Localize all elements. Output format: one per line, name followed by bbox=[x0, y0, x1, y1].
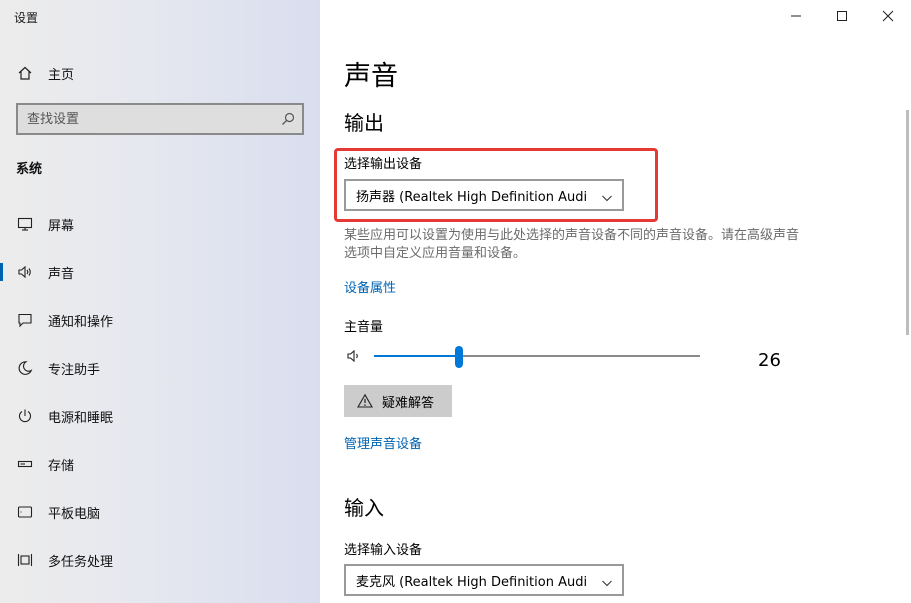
sidebar-item-focus-assist[interactable]: 专注助手 bbox=[0, 350, 320, 386]
sidebar-item-label: 专注助手 bbox=[48, 362, 101, 378]
monitor-icon bbox=[16, 215, 34, 233]
maximize-icon bbox=[837, 11, 847, 21]
minimize-button[interactable] bbox=[773, 0, 819, 32]
output-heading: 输出 bbox=[344, 111, 384, 135]
output-device-value: 扬声器 (Realtek High Definition Audi... bbox=[356, 189, 586, 205]
close-icon bbox=[882, 10, 894, 22]
device-properties-link[interactable]: 设备属性 bbox=[344, 277, 396, 296]
chevron-down-icon bbox=[601, 189, 613, 202]
sidebar-item-power[interactable]: 电源和睡眠 bbox=[0, 398, 320, 434]
volume-slider-thumb[interactable] bbox=[455, 346, 463, 368]
main-content: 声音 输出 选择输出设备 扬声器 (Realtek High Definitio… bbox=[320, 0, 911, 603]
sidebar-item-label: 声音 bbox=[48, 266, 75, 282]
storage-icon bbox=[16, 455, 34, 473]
notification-icon bbox=[16, 311, 34, 329]
sidebar-item-sound[interactable]: 声音 bbox=[0, 254, 320, 290]
volume-slider-fill bbox=[374, 355, 459, 357]
sidebar-item-label: 电源和睡眠 bbox=[48, 410, 114, 426]
sidebar-item-tablet[interactable]: 平板电脑 bbox=[0, 494, 320, 530]
input-device-value: 麦克风 (Realtek High Definition Audi... bbox=[356, 574, 586, 590]
home-icon bbox=[16, 64, 34, 82]
sidebar-item-notifications[interactable]: 通知和操作 bbox=[0, 302, 320, 338]
chevron-down-icon bbox=[601, 574, 613, 587]
troubleshoot-label: 疑难解答 bbox=[382, 395, 435, 411]
input-device-dropdown[interactable]: 麦克风 (Realtek High Definition Audi... bbox=[344, 564, 624, 596]
power-icon bbox=[16, 407, 34, 425]
volume-value: 26 bbox=[758, 350, 781, 371]
manage-sound-devices-link[interactable]: 管理声音设备 bbox=[344, 433, 422, 452]
search-icon[interactable] bbox=[280, 111, 296, 127]
sidebar-item-label: 存储 bbox=[48, 458, 75, 474]
output-device-label: 选择输出设备 bbox=[344, 157, 423, 172]
tablet-icon bbox=[16, 503, 34, 521]
output-device-dropdown[interactable]: 扬声器 (Realtek High Definition Audi... bbox=[344, 179, 624, 211]
sidebar-item-label: 通知和操作 bbox=[48, 314, 114, 330]
minimize-icon bbox=[791, 15, 801, 17]
multitask-icon bbox=[16, 551, 34, 569]
search-box[interactable] bbox=[16, 103, 304, 135]
sidebar-item-home[interactable]: 主页 bbox=[0, 55, 320, 91]
sidebar-section-title: 系统 bbox=[16, 162, 43, 177]
sidebar: 设置 主页 系统 屏幕 声音 通知和操作 专注助手 bbox=[0, 0, 320, 603]
input-heading: 输入 bbox=[344, 496, 384, 520]
close-button[interactable] bbox=[865, 0, 911, 32]
sidebar-item-label: 屏幕 bbox=[48, 218, 75, 234]
sidebar-item-multitasking[interactable]: 多任务处理 bbox=[0, 542, 320, 578]
moon-icon bbox=[16, 359, 34, 377]
app-title: 设置 bbox=[14, 11, 39, 25]
sidebar-item-storage[interactable]: 存储 bbox=[0, 446, 320, 482]
sidebar-item-label: 平板电脑 bbox=[48, 506, 101, 522]
sidebar-item-display[interactable]: 屏幕 bbox=[0, 206, 320, 242]
input-device-label: 选择输入设备 bbox=[344, 543, 423, 558]
search-input[interactable] bbox=[18, 111, 268, 127]
sidebar-item-label: 主页 bbox=[48, 67, 75, 83]
volume-slider-track[interactable] bbox=[374, 355, 700, 357]
volume-icon[interactable] bbox=[346, 348, 362, 364]
warning-icon bbox=[357, 393, 373, 409]
speaker-icon bbox=[16, 263, 34, 281]
sidebar-item-label: 多任务处理 bbox=[48, 554, 114, 570]
troubleshoot-button[interactable]: 疑难解答 bbox=[344, 385, 452, 417]
scrollbar[interactable] bbox=[906, 110, 909, 335]
master-volume-label: 主音量 bbox=[344, 320, 384, 335]
page-title: 声音 bbox=[344, 61, 398, 92]
output-description: 某些应用可以设置为使用与此处选择的声音设备不同的声音设备。请在高级声音选项中自定… bbox=[344, 228, 800, 261]
maximize-button[interactable] bbox=[819, 0, 865, 32]
